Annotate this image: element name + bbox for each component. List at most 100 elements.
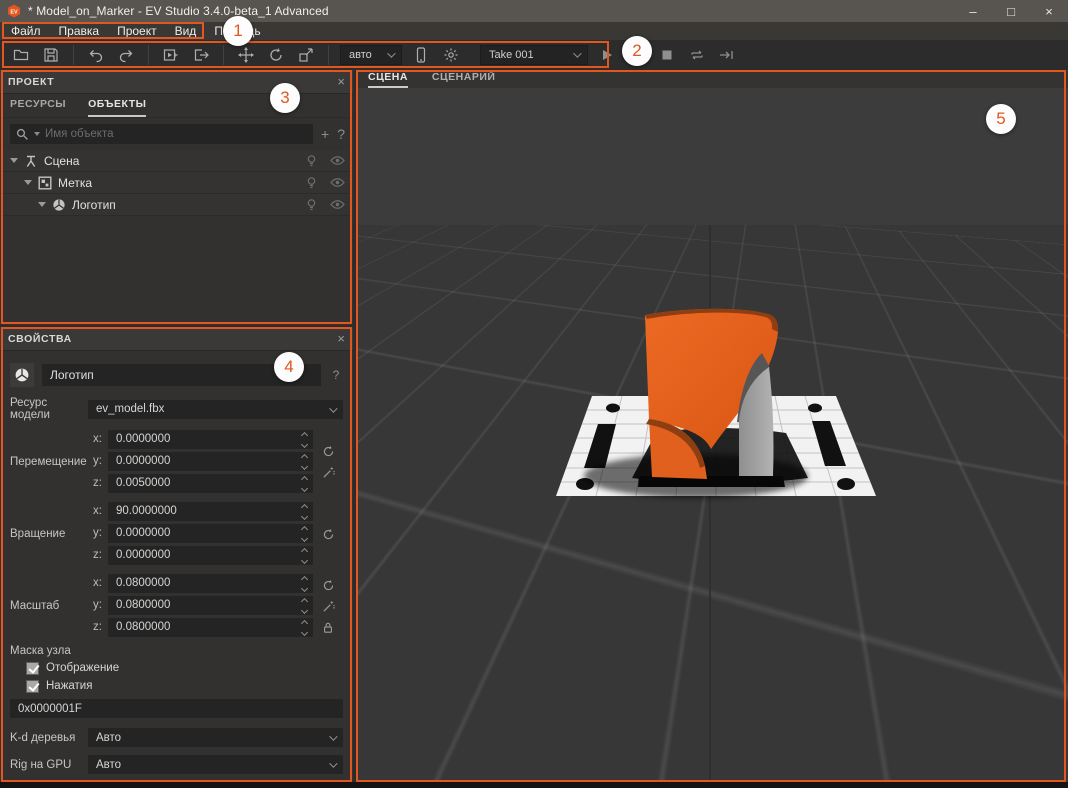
properties-help-button[interactable]: ?	[329, 368, 343, 382]
translation-z-input[interactable]: 0.0050000	[108, 474, 313, 493]
go-to-end-button[interactable]	[714, 43, 740, 67]
close-button[interactable]: ×	[1030, 0, 1068, 22]
reset-icon[interactable]	[322, 528, 335, 541]
scene-render	[356, 88, 1068, 782]
export-button[interactable]	[188, 43, 214, 67]
scale-z-input[interactable]: 0.0800000	[108, 618, 313, 637]
spinner-arrows[interactable]	[302, 577, 307, 591]
tab-objects[interactable]: ОБЪЕКТЫ	[88, 98, 146, 117]
project-panel-close-icon[interactable]: ×	[337, 75, 345, 88]
take-select[interactable]: Take 001	[480, 45, 588, 65]
properties-panel-close-icon[interactable]: ×	[337, 332, 345, 345]
axis-y-label: y:	[88, 599, 102, 611]
menu-file[interactable]: Файл	[2, 22, 50, 40]
translation-x-input[interactable]: 0.0000000	[108, 430, 313, 449]
object-tree: Сцена Метка Логотип	[0, 150, 353, 216]
minimize-button[interactable]: –	[954, 0, 992, 22]
visibility-eye-icon[interactable]	[330, 199, 345, 210]
loop-icon	[689, 48, 705, 62]
magic-wand-icon[interactable]	[322, 466, 335, 479]
window-title: * Model_on_Marker - EV Studio 3.4.0-beta…	[28, 4, 329, 18]
visibility-eye-icon[interactable]	[330, 177, 345, 188]
move-tool-button[interactable]	[233, 43, 259, 67]
magic-wand-icon[interactable]	[322, 600, 335, 613]
scale-y-input[interactable]: 0.0800000	[108, 596, 313, 615]
undo-button[interactable]	[83, 43, 109, 67]
menu-help[interactable]: Помощь	[205, 22, 269, 40]
import-media-button[interactable]	[158, 43, 184, 67]
stop-icon	[661, 49, 673, 61]
scale-tool-button[interactable]	[293, 43, 319, 67]
object-name-input[interactable]: Логотип	[42, 364, 321, 386]
rotation-x-input[interactable]: 90.0000000	[108, 502, 313, 521]
save-icon	[43, 47, 59, 63]
display-checkbox-row[interactable]: Отображение	[26, 661, 343, 675]
rotation-z-input[interactable]: 0.0000000	[108, 546, 313, 565]
rig-gpu-select[interactable]: Авто	[88, 755, 343, 774]
reset-icon[interactable]	[322, 579, 335, 592]
tree-item-marker[interactable]: Метка	[0, 172, 353, 194]
axis-z-label: z:	[88, 477, 102, 489]
rotation-y-input[interactable]: 0.0000000	[108, 524, 313, 543]
tab-resources[interactable]: РЕСУРСЫ	[10, 98, 66, 117]
checkbox-label: Нажатия	[46, 680, 92, 692]
spinner-arrows[interactable]	[302, 599, 307, 613]
tracking-mode-select[interactable]: авто	[340, 45, 402, 65]
settings-button[interactable]	[438, 43, 464, 67]
pause-button[interactable]	[624, 43, 650, 67]
menu-view[interactable]: Вид	[166, 22, 206, 40]
project-help-button[interactable]: ?	[337, 127, 345, 141]
kd-trees-select[interactable]: Авто	[88, 728, 343, 747]
spinner-arrows[interactable]	[302, 621, 307, 635]
spinner-arrows[interactable]	[302, 505, 307, 519]
visibility-eye-icon[interactable]	[330, 155, 345, 166]
model-resource-select[interactable]: ev_model.fbx	[88, 400, 343, 419]
menu-project[interactable]: Проект	[108, 22, 166, 40]
expand-arrow-icon[interactable]	[10, 158, 18, 163]
rotate-tool-button[interactable]	[263, 43, 289, 67]
checkbox-checked-icon[interactable]	[26, 680, 39, 693]
skip-end-icon	[719, 49, 735, 61]
tab-scene[interactable]: СЦЕНА	[368, 71, 408, 88]
clicks-checkbox-row[interactable]: Нажатия	[26, 679, 343, 693]
spinner-arrows[interactable]	[302, 455, 307, 469]
spinner-arrows[interactable]	[302, 477, 307, 491]
tab-scenario[interactable]: СЦЕНАРИЙ	[432, 71, 496, 88]
maximize-button[interactable]: □	[992, 0, 1030, 22]
scene-3d-view[interactable]	[356, 88, 1068, 782]
rotation-x-value: 90.0000000	[116, 505, 177, 517]
light-icon[interactable]	[305, 154, 318, 168]
node-mask-value-input[interactable]: 0x0000001F	[10, 699, 343, 718]
redo-button[interactable]	[113, 43, 139, 67]
axis-x-label: x:	[88, 505, 102, 517]
light-icon[interactable]	[305, 176, 318, 190]
rotation-group: Вращение x:90.0000000 y:0.0000000 z:0.00…	[10, 501, 343, 567]
reset-icon[interactable]	[322, 445, 335, 458]
light-icon[interactable]	[305, 198, 318, 212]
device-preview-button[interactable]	[408, 43, 434, 67]
checkbox-checked-icon[interactable]	[26, 662, 39, 675]
phone-icon	[414, 47, 428, 63]
lock-icon[interactable]	[322, 621, 334, 634]
spinner-arrows[interactable]	[302, 433, 307, 447]
scale-y-value: 0.0800000	[116, 599, 170, 611]
expand-arrow-icon[interactable]	[24, 180, 32, 185]
spinner-arrows[interactable]	[302, 527, 307, 541]
loop-button[interactable]	[684, 43, 710, 67]
translation-z-value: 0.0050000	[116, 477, 170, 489]
tree-item-scene[interactable]: Сцена	[0, 150, 353, 172]
toolbar: авто Take 001	[0, 40, 1068, 70]
menu-edit[interactable]: Правка	[50, 22, 109, 40]
translation-y-input[interactable]: 0.0000000	[108, 452, 313, 471]
open-project-button[interactable]	[8, 43, 34, 67]
scale-x-input[interactable]: 0.0800000	[108, 574, 313, 593]
expand-arrow-icon[interactable]	[38, 202, 46, 207]
search-filter-chevron-icon[interactable]	[34, 132, 40, 136]
save-button[interactable]	[38, 43, 64, 67]
tree-item-logo[interactable]: Логотип	[0, 194, 353, 216]
add-object-button[interactable]: +	[321, 127, 329, 141]
spinner-arrows[interactable]	[302, 549, 307, 563]
search-input[interactable]: Имя объекта	[10, 124, 313, 144]
play-button[interactable]	[594, 43, 620, 67]
stop-button[interactable]	[654, 43, 680, 67]
